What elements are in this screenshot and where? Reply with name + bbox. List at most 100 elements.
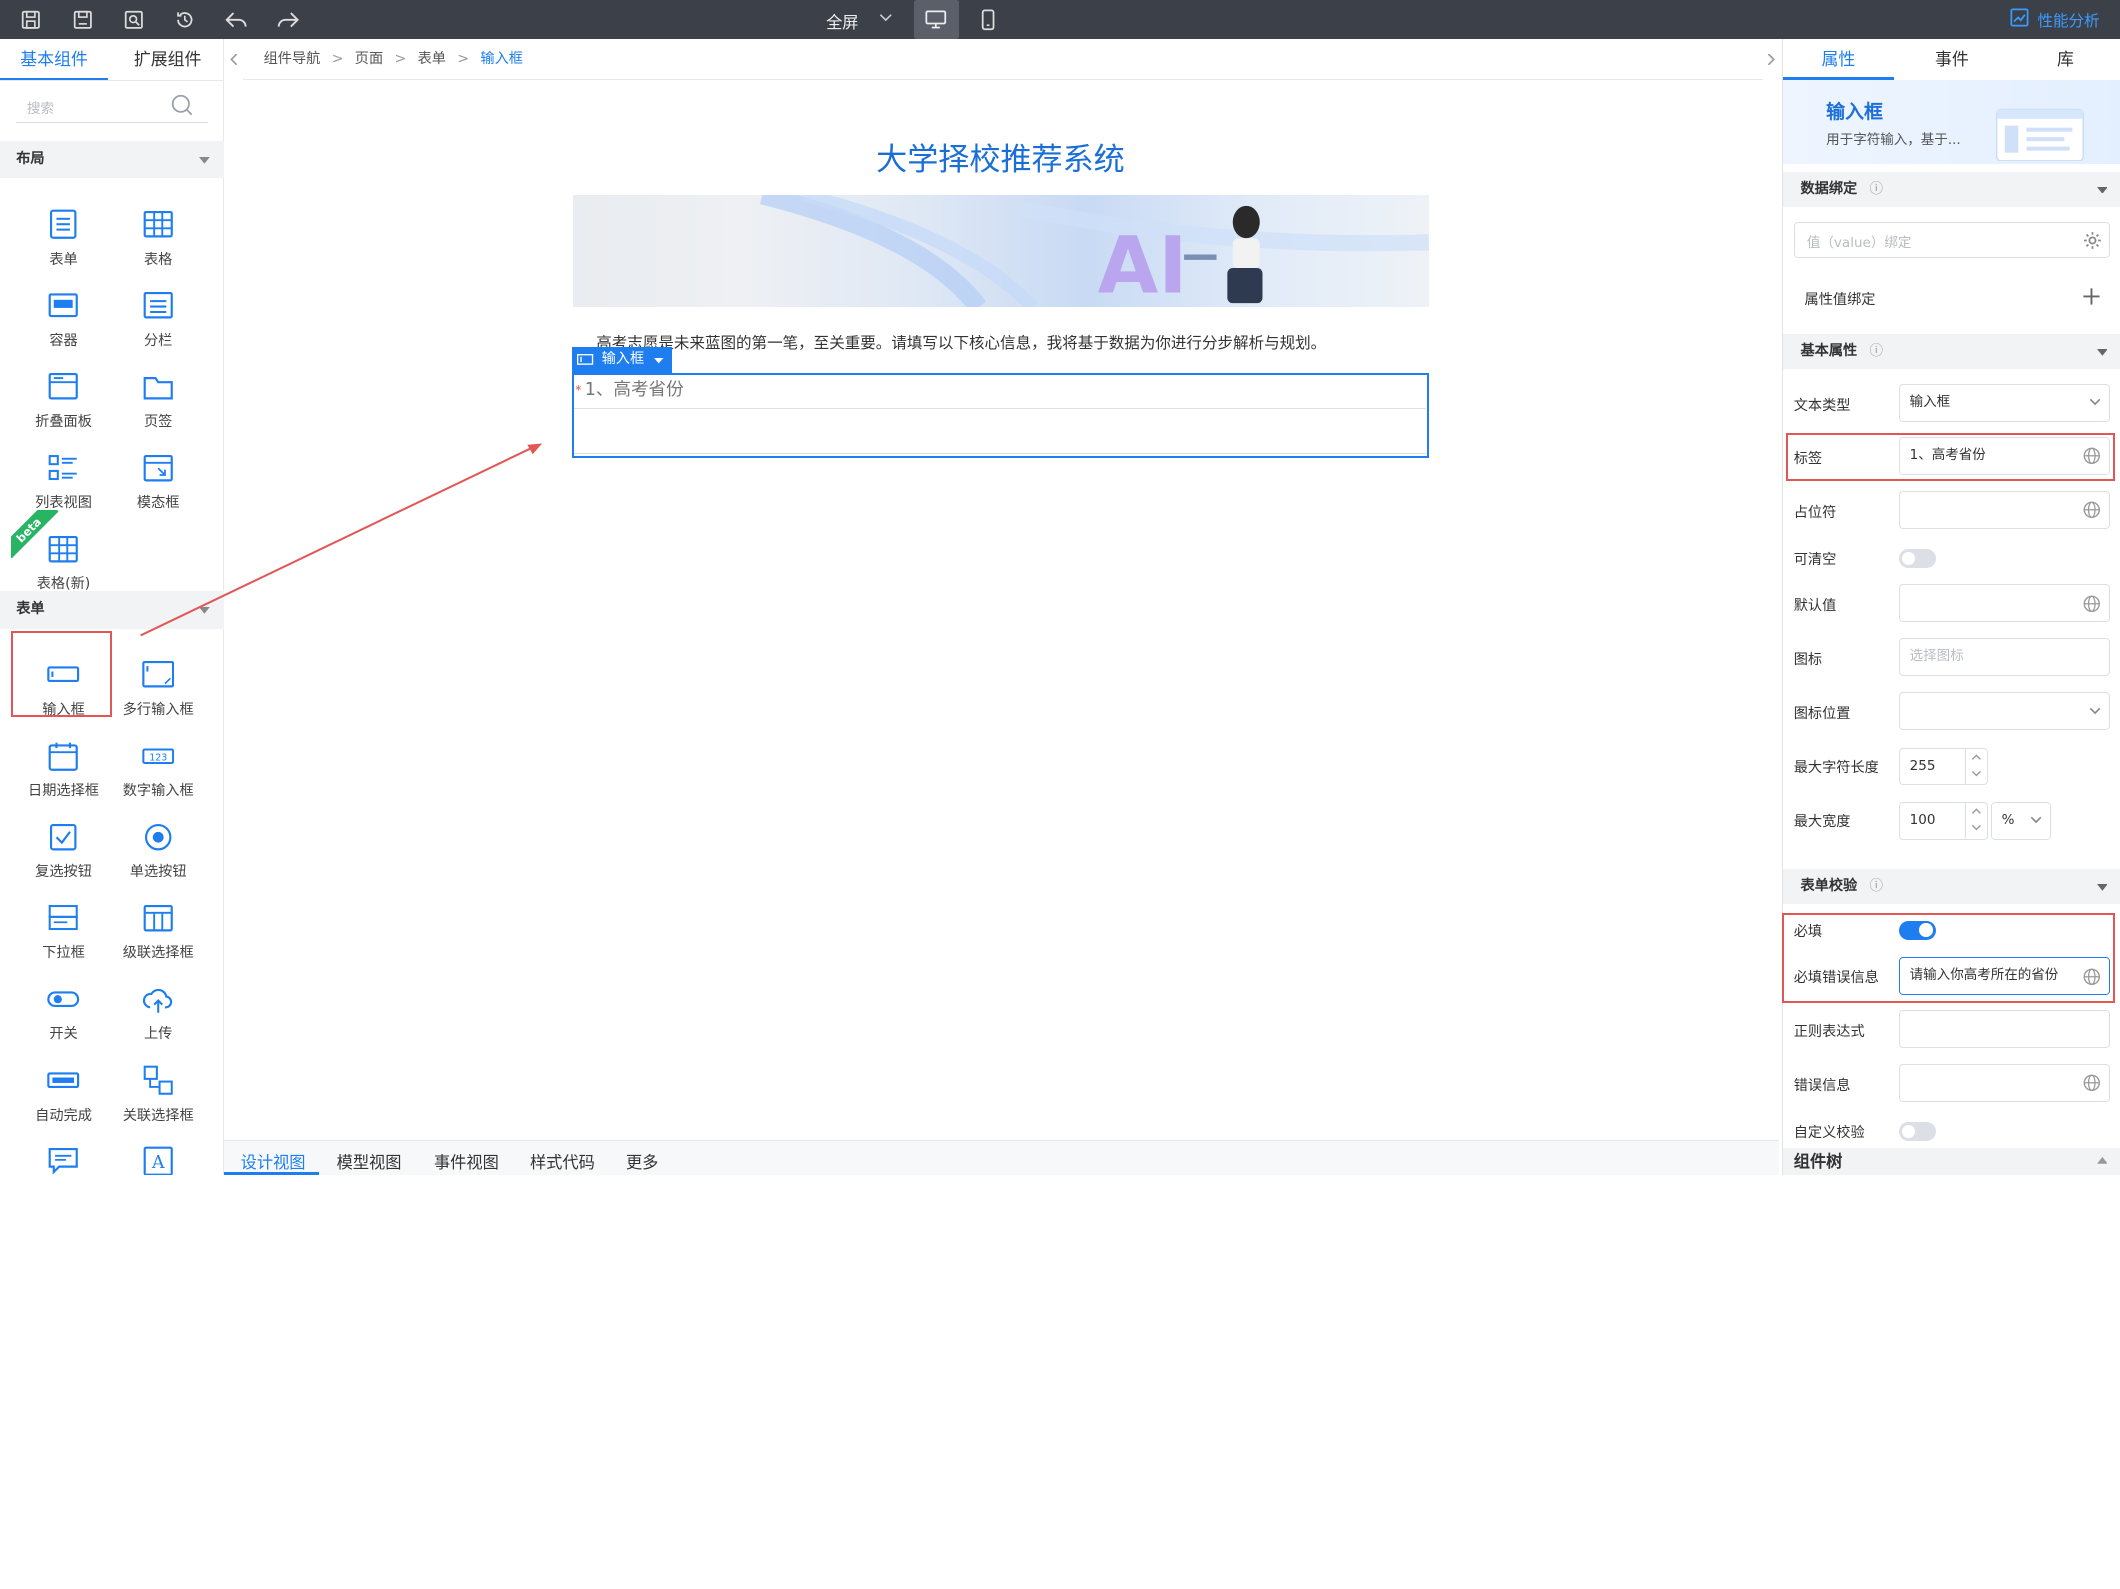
tab-basic-components[interactable]: 基本组件 [0, 39, 109, 80]
value-binding-input[interactable]: 值（value）绑定 [1793, 221, 2111, 259]
comp-table[interactable]: 表格 [111, 191, 206, 272]
help-icon[interactable]: ⓘ [1869, 334, 1883, 369]
comp-switch[interactable]: 开关 [16, 965, 111, 1046]
comp-upload[interactable]: 上传 [111, 965, 206, 1046]
placeholder-input[interactable] [1899, 490, 2111, 529]
modal-icon [143, 454, 173, 482]
max-length-label: 最大字符长度 [1793, 760, 1879, 777]
comp-textarea[interactable]: 多行输入框 [111, 641, 206, 722]
section-basic-props[interactable]: 基本属性 ⓘ [1782, 333, 2120, 370]
section-validation[interactable]: 表单校验 ⓘ [1782, 869, 2120, 905]
stepper-arrows[interactable] [1965, 748, 1987, 784]
save-icon[interactable] [16, 5, 46, 35]
history-icon[interactable] [170, 5, 200, 35]
selected-component-tag[interactable]: 输入框 [571, 347, 672, 374]
comp-columns[interactable]: 分栏 [111, 272, 206, 353]
comp-radio[interactable]: 单选按钮 [111, 803, 206, 884]
comp-select[interactable]: 下拉框 [16, 884, 111, 965]
save-as-icon[interactable] [68, 5, 98, 35]
icon-input[interactable]: 选择图标 [1899, 638, 2111, 676]
required-toggle[interactable] [1899, 920, 1936, 940]
comp-label: 关联选择框 [122, 1107, 194, 1124]
comp-cascader[interactable]: 级联选择框 [111, 884, 206, 965]
error-msg-input[interactable] [1899, 1064, 2111, 1102]
icon-position-select[interactable] [1899, 692, 2111, 731]
label-input[interactable]: 1、高考省份 [1899, 436, 2111, 475]
mobile-view-button[interactable] [973, 5, 1003, 35]
checkbox-icon [50, 823, 77, 851]
custom-validation-toggle[interactable] [1899, 1122, 1936, 1142]
comp-label: 下拉框 [42, 945, 85, 962]
redo-icon[interactable] [273, 5, 303, 35]
collapse-right-icon[interactable] [1763, 39, 1779, 80]
tab-events[interactable]: 事件 [1896, 39, 2007, 80]
comp-list-view[interactable]: 列表视图 [16, 434, 111, 515]
section-layout[interactable]: 布局 [0, 140, 225, 179]
tab-style-code[interactable]: 样式代码 [530, 1151, 595, 1175]
search-box[interactable]: 搜索 [16, 91, 209, 124]
comp-form[interactable]: 表单 [16, 191, 111, 272]
tab-extended-components[interactable]: 扩展组件 [111, 39, 225, 80]
clearable-toggle[interactable] [1899, 548, 1936, 568]
intro-text: 高考志愿是未来蓝图的第一笔，至关重要。请填写以下核心信息，我将基于数据为你进行分… [596, 334, 1327, 353]
field-input[interactable] [573, 407, 1426, 454]
comp-modal[interactable]: 模态框 [111, 434, 206, 515]
section-form[interactable]: 表单 [0, 590, 225, 629]
globe-icon [2083, 1075, 2101, 1092]
view-mode-select[interactable]: 全屏 [826, 9, 858, 33]
comp-date-picker[interactable]: 日期选择框 [16, 722, 111, 803]
required-msg-input[interactable]: 请输入你高考所在的省份 [1899, 957, 2111, 996]
chevron-down-icon[interactable] [879, 12, 893, 23]
max-width-stepper[interactable]: 100 [1899, 801, 1989, 840]
comp-label: 日期选择框 [28, 783, 99, 800]
add-icon[interactable] [2082, 287, 2101, 306]
svg-text:123: 123 [149, 752, 167, 763]
comp-label: 页签 [143, 413, 173, 430]
perf-analysis-button[interactable]: 性能分析 [2037, 9, 2099, 31]
comp-comment[interactable] [16, 1128, 111, 1175]
custom-validation-label: 自定义校验 [1793, 1125, 1865, 1142]
max-width-unit-select[interactable]: % [1991, 801, 2051, 840]
undo-icon[interactable] [222, 5, 252, 35]
tab-event-view[interactable]: 事件视图 [434, 1151, 499, 1175]
comp-collapse[interactable]: 折叠面板 [16, 353, 111, 434]
comp-input[interactable]: 输入框 [16, 641, 111, 722]
comp-related-select[interactable]: 关联选择框 [111, 1046, 206, 1127]
help-icon[interactable]: ⓘ [1869, 869, 1883, 904]
tab-properties[interactable]: 属性 [1783, 39, 1894, 80]
section-title: 表单校验 [1800, 878, 1858, 895]
preview-icon[interactable] [119, 5, 149, 35]
collapse-left-icon[interactable] [224, 39, 243, 80]
breadcrumb-item[interactable]: 表单 [418, 51, 446, 67]
select-icon [49, 904, 79, 930]
stepper-arrows[interactable] [1965, 802, 1987, 838]
breadcrumb-item[interactable]: 页面 [355, 51, 383, 67]
tab-library[interactable]: 库 [2010, 39, 2120, 80]
input-field-component[interactable]: * 1、高考省份 [571, 373, 1430, 459]
tab-model-view[interactable]: 模型视图 [337, 1151, 402, 1175]
default-value-input[interactable] [1899, 584, 2111, 622]
mobile-icon [982, 9, 995, 31]
breadcrumb-item[interactable]: 组件导航 [264, 51, 321, 67]
breadcrumb-current[interactable]: 输入框 [480, 51, 523, 67]
comp-checkbox[interactable]: 复选按钮 [16, 803, 111, 884]
regex-input[interactable] [1899, 1009, 2111, 1048]
comp-container[interactable]: 容器 [16, 272, 111, 353]
globe-icon [2083, 447, 2101, 465]
search-icon[interactable] [170, 93, 194, 117]
tab-more[interactable]: 更多 [626, 1151, 658, 1175]
help-icon[interactable]: ⓘ [1869, 172, 1883, 207]
max-length-stepper[interactable]: 255 [1899, 747, 1989, 786]
toggle-knob [1919, 923, 1933, 937]
form-icon [50, 209, 77, 240]
desktop-view-button[interactable] [913, 0, 959, 40]
comp-autocomplete[interactable]: 自动完成 [16, 1046, 111, 1127]
section-data-binding[interactable]: 数据绑定 ⓘ [1782, 171, 2120, 207]
component-tree-header[interactable]: 组件树 [1782, 1147, 2120, 1175]
comp-number-input[interactable]: 123 数字输入框 [111, 722, 206, 803]
comp-tabs[interactable]: 页签 [111, 353, 206, 434]
comp-label: 开关 [49, 1026, 78, 1043]
section-title: 数据绑定 [1800, 180, 1858, 197]
comp-text[interactable]: A [111, 1128, 206, 1175]
text-type-select[interactable]: 输入框 [1899, 383, 2111, 422]
